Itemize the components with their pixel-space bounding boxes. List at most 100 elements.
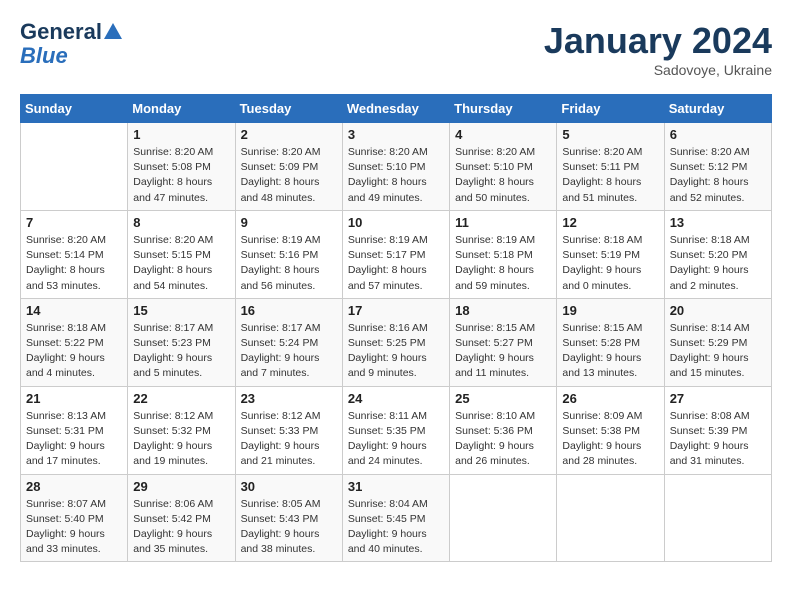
calendar-cell: 22Sunrise: 8:12 AMSunset: 5:32 PMDayligh… (128, 386, 235, 474)
calendar-cell: 9Sunrise: 8:19 AMSunset: 5:16 PMDaylight… (235, 210, 342, 298)
day-info: Sunrise: 8:19 AMSunset: 5:18 PMDaylight:… (455, 233, 551, 294)
calendar-header: SundayMondayTuesdayWednesdayThursdayFrid… (21, 95, 772, 123)
calendar-cell: 31Sunrise: 8:04 AMSunset: 5:45 PMDayligh… (342, 474, 449, 562)
calendar-week-4: 21 Sunrise: 8:13 AMSunset: 5:31 PMDayligh… (21, 386, 772, 474)
day-info: Sunrise: 8:18 AMSunset: 5:20 PMDaylight:… (670, 233, 766, 294)
calendar-cell: 28 Sunrise: 8:07 AMSunset: 5:40 PMDayligh… (21, 474, 128, 562)
calendar-cell: 10 Sunrise: 8:19 AMSunset: 5:17 PMDayligh… (342, 210, 449, 298)
day-number: 26 (562, 391, 658, 406)
day-info: Sunrise: 8:15 AMSunset: 5:27 PMDaylight:… (455, 321, 551, 382)
day-number: 14 (26, 303, 122, 318)
day-info: Sunrise: 8:12 AMSunset: 5:33 PMDaylight:… (241, 409, 337, 470)
calendar-cell (664, 474, 771, 562)
day-number: 12 (562, 215, 658, 230)
weekday-header-tuesday: Tuesday (235, 95, 342, 123)
weekday-header-saturday: Saturday (664, 95, 771, 123)
calendar-cell: 27 Sunrise: 8:08 AMSunset: 5:39 PMDayligh… (664, 386, 771, 474)
day-number: 21 (26, 391, 122, 406)
calendar-cell: 4Sunrise: 8:20 AMSunset: 5:10 PMDaylight… (450, 123, 557, 211)
day-info: Sunrise: 8:13 AMSunset: 5:31 PMDaylight:… (26, 409, 122, 470)
day-info: Sunrise: 8:20 AMSunset: 5:08 PMDaylight:… (133, 145, 229, 206)
day-info: Sunrise: 8:08 AMSunset: 5:39 PMDaylight:… (670, 409, 766, 470)
day-info: Sunrise: 8:07 AMSunset: 5:40 PMDaylight:… (26, 497, 122, 558)
calendar-cell: 13 Sunrise: 8:18 AMSunset: 5:20 PMDayligh… (664, 210, 771, 298)
month-title: January 2024 (544, 20, 772, 62)
calendar-cell: 1 Sunrise: 8:20 AMSunset: 5:08 PMDaylight… (128, 123, 235, 211)
day-info: Sunrise: 8:11 AMSunset: 5:35 PMDaylight:… (348, 409, 444, 470)
calendar-cell: 20 Sunrise: 8:14 AMSunset: 5:29 PMDayligh… (664, 298, 771, 386)
page-header: General Blue January 2024 Sadovoye, Ukra… (20, 20, 772, 78)
day-number: 2 (241, 127, 337, 142)
weekday-header-thursday: Thursday (450, 95, 557, 123)
day-number: 1 (133, 127, 229, 142)
day-info: Sunrise: 8:20 AMSunset: 5:09 PMDaylight:… (241, 145, 337, 206)
calendar-cell: 14 Sunrise: 8:18 AMSunset: 5:22 PMDayligh… (21, 298, 128, 386)
day-number: 16 (241, 303, 337, 318)
calendar-cell: 30Sunrise: 8:05 AMSunset: 5:43 PMDayligh… (235, 474, 342, 562)
calendar-cell: 11 Sunrise: 8:19 AMSunset: 5:18 PMDayligh… (450, 210, 557, 298)
day-number: 11 (455, 215, 551, 230)
day-info: Sunrise: 8:20 AMSunset: 5:15 PMDaylight:… (133, 233, 229, 294)
day-info: Sunrise: 8:19 AMSunset: 5:16 PMDaylight:… (241, 233, 337, 294)
day-info: Sunrise: 8:18 AMSunset: 5:22 PMDaylight:… (26, 321, 122, 382)
calendar-week-3: 14 Sunrise: 8:18 AMSunset: 5:22 PMDayligh… (21, 298, 772, 386)
calendar-cell: 18Sunrise: 8:15 AMSunset: 5:27 PMDayligh… (450, 298, 557, 386)
calendar-cell (557, 474, 664, 562)
day-number: 24 (348, 391, 444, 406)
weekday-header-friday: Friday (557, 95, 664, 123)
calendar-cell: 16 Sunrise: 8:17 AMSunset: 5:24 PMDayligh… (235, 298, 342, 386)
day-info: Sunrise: 8:20 AMSunset: 5:14 PMDaylight:… (26, 233, 122, 294)
day-number: 13 (670, 215, 766, 230)
weekday-header-sunday: Sunday (21, 95, 128, 123)
calendar-cell: 26Sunrise: 8:09 AMSunset: 5:38 PMDayligh… (557, 386, 664, 474)
day-info: Sunrise: 8:17 AMSunset: 5:23 PMDaylight:… (133, 321, 229, 382)
day-info: Sunrise: 8:20 AMSunset: 5:11 PMDaylight:… (562, 145, 658, 206)
day-info: Sunrise: 8:05 AMSunset: 5:43 PMDaylight:… (241, 497, 337, 558)
day-number: 29 (133, 479, 229, 494)
calendar-cell: 12 Sunrise: 8:18 AMSunset: 5:19 PMDayligh… (557, 210, 664, 298)
day-info: Sunrise: 8:19 AMSunset: 5:17 PMDaylight:… (348, 233, 444, 294)
day-number: 27 (670, 391, 766, 406)
calendar-body: 1 Sunrise: 8:20 AMSunset: 5:08 PMDaylight… (21, 123, 772, 562)
logo-text-general: General (20, 20, 102, 44)
weekday-header-monday: Monday (128, 95, 235, 123)
logo: General Blue (20, 20, 122, 68)
day-number: 22 (133, 391, 229, 406)
calendar-cell: 24 Sunrise: 8:11 AMSunset: 5:35 PMDayligh… (342, 386, 449, 474)
day-number: 5 (562, 127, 658, 142)
calendar-cell: 3Sunrise: 8:20 AMSunset: 5:10 PMDaylight… (342, 123, 449, 211)
calendar-cell: 7 Sunrise: 8:20 AMSunset: 5:14 PMDaylight… (21, 210, 128, 298)
day-info: Sunrise: 8:18 AMSunset: 5:19 PMDaylight:… (562, 233, 658, 294)
logo-triangle-icon (104, 21, 122, 39)
day-number: 23 (241, 391, 337, 406)
day-number: 4 (455, 127, 551, 142)
day-info: Sunrise: 8:20 AMSunset: 5:12 PMDaylight:… (670, 145, 766, 206)
title-block: January 2024 Sadovoye, Ukraine (544, 20, 772, 78)
calendar-cell: 25 Sunrise: 8:10 AMSunset: 5:36 PMDayligh… (450, 386, 557, 474)
calendar-cell: 6Sunrise: 8:20 AMSunset: 5:12 PMDaylight… (664, 123, 771, 211)
day-info: Sunrise: 8:15 AMSunset: 5:28 PMDaylight:… (562, 321, 658, 382)
day-number: 8 (133, 215, 229, 230)
day-info: Sunrise: 8:06 AMSunset: 5:42 PMDaylight:… (133, 497, 229, 558)
calendar-cell: 29 Sunrise: 8:06 AMSunset: 5:42 PMDayligh… (128, 474, 235, 562)
calendar-cell: 23 Sunrise: 8:12 AMSunset: 5:33 PMDayligh… (235, 386, 342, 474)
calendar-cell: 2 Sunrise: 8:20 AMSunset: 5:09 PMDaylight… (235, 123, 342, 211)
day-number: 17 (348, 303, 444, 318)
day-number: 10 (348, 215, 444, 230)
weekday-header-wednesday: Wednesday (342, 95, 449, 123)
day-info: Sunrise: 8:16 AMSunset: 5:25 PMDaylight:… (348, 321, 444, 382)
location-subtitle: Sadovoye, Ukraine (544, 62, 772, 78)
day-info: Sunrise: 8:14 AMSunset: 5:29 PMDaylight:… (670, 321, 766, 382)
day-info: Sunrise: 8:10 AMSunset: 5:36 PMDaylight:… (455, 409, 551, 470)
day-number: 25 (455, 391, 551, 406)
calendar-cell: 17 Sunrise: 8:16 AMSunset: 5:25 PMDayligh… (342, 298, 449, 386)
calendar-cell: 8 Sunrise: 8:20 AMSunset: 5:15 PMDaylight… (128, 210, 235, 298)
day-info: Sunrise: 8:20 AMSunset: 5:10 PMDaylight:… (348, 145, 444, 206)
day-number: 7 (26, 215, 122, 230)
day-number: 20 (670, 303, 766, 318)
day-number: 28 (26, 479, 122, 494)
calendar-cell (450, 474, 557, 562)
calendar-cell: 21 Sunrise: 8:13 AMSunset: 5:31 PMDayligh… (21, 386, 128, 474)
day-info: Sunrise: 8:17 AMSunset: 5:24 PMDaylight:… (241, 321, 337, 382)
calendar-cell: 19Sunrise: 8:15 AMSunset: 5:28 PMDayligh… (557, 298, 664, 386)
